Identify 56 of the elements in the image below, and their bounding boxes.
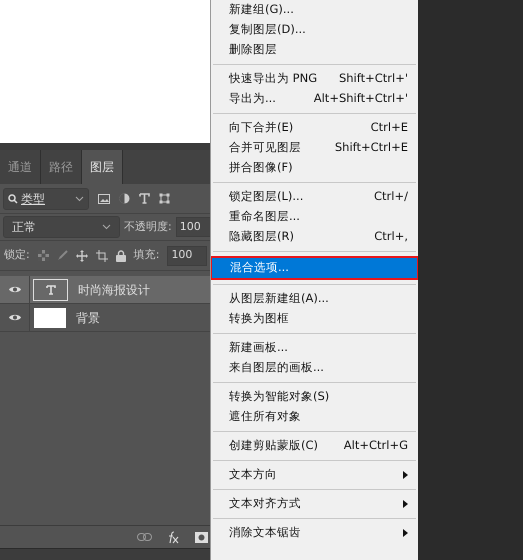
move-icon[interactable] bbox=[76, 250, 88, 262]
menu-item[interactable]: 合并可见图层 Shift+Ctrl+E bbox=[211, 138, 418, 158]
type-icon[interactable] bbox=[139, 193, 150, 204]
menu-item[interactable]: 隐藏图层(R) Ctrl+, bbox=[211, 227, 418, 247]
filter-dropdown[interactable]: 类型 bbox=[3, 188, 89, 210]
layer-row[interactable]: 时尚海报设计 bbox=[0, 276, 210, 304]
chevron-icon bbox=[75, 196, 84, 202]
layer-name: 时尚海报设计 bbox=[78, 282, 150, 298]
menu-item[interactable]: 新建画板... bbox=[211, 338, 418, 358]
filter-value: 类型 bbox=[21, 190, 46, 208]
chevron-icon bbox=[102, 224, 111, 230]
lock-label: 锁定: bbox=[4, 247, 30, 264]
menu-item[interactable]: 来自图层的画板... bbox=[211, 358, 418, 378]
menu-item[interactable]: 复制图层(D)... bbox=[211, 20, 418, 40]
menu-item[interactable]: 从图层新建组(A)... bbox=[211, 289, 418, 309]
menu-item[interactable]: 文本对齐方式 bbox=[211, 494, 418, 514]
menu-item[interactable]: 拼合图像(F) bbox=[211, 158, 418, 178]
opacity-field[interactable]: 100 bbox=[176, 217, 210, 237]
layer-thumbnail bbox=[34, 308, 66, 328]
menu-item[interactable]: 导出为... Alt+Shift+Ctrl+' bbox=[211, 89, 418, 109]
menu-item[interactable]: 混合选项... bbox=[212, 258, 417, 278]
mask-icon[interactable] bbox=[195, 532, 208, 542]
menu-item[interactable]: 新建组(G)... bbox=[211, 0, 418, 20]
crop-icon[interactable] bbox=[96, 250, 108, 262]
blend-mode-dropdown[interactable]: 正常 bbox=[3, 216, 120, 238]
transform-icon[interactable] bbox=[159, 193, 170, 204]
link-icon[interactable] bbox=[137, 533, 152, 541]
menu-item[interactable]: 删除图层 bbox=[211, 40, 418, 60]
type-icon bbox=[46, 284, 56, 294]
menu-item[interactable]: 遮住所有对象 bbox=[211, 407, 418, 427]
menu-item[interactable]: 向下合并(E) Ctrl+E bbox=[211, 118, 418, 138]
fx-icon[interactable] bbox=[167, 530, 180, 544]
menu-item[interactable]: 文本方向 bbox=[211, 465, 418, 485]
submenu-arrow-icon bbox=[403, 529, 408, 537]
eye-icon[interactable] bbox=[8, 285, 22, 294]
menu-item[interactable]: 消除文本锯齿 bbox=[211, 523, 418, 543]
submenu-arrow-icon bbox=[403, 471, 408, 479]
panel-tab[interactable]: 图层 bbox=[82, 150, 123, 184]
image-icon[interactable] bbox=[98, 194, 110, 204]
submenu-arrow-icon bbox=[403, 500, 408, 508]
layer-row[interactable]: 背景 bbox=[0, 304, 210, 332]
lock-icon[interactable] bbox=[116, 250, 126, 262]
scroll-bar[interactable] bbox=[0, 548, 210, 560]
menu-item[interactable]: 锁定图层(L)... Ctrl+/ bbox=[211, 187, 418, 207]
menu-item[interactable]: 重命名图层... bbox=[211, 207, 418, 227]
menu-item[interactable]: 转换为智能对象(S) bbox=[211, 387, 418, 407]
opacity-label: 不透明度: bbox=[124, 218, 172, 235]
layer-name: 背景 bbox=[76, 310, 100, 326]
menu-item[interactable]: 快速导出为 PNG Shift+Ctrl+' bbox=[211, 69, 418, 89]
fill-label: 填充: bbox=[134, 247, 160, 264]
search-icon bbox=[8, 194, 18, 204]
fill-field[interactable]: 100 bbox=[167, 246, 208, 266]
contrast-icon[interactable] bbox=[119, 193, 130, 204]
menu-item[interactable]: 转换为图框 bbox=[211, 309, 418, 329]
eye-icon[interactable] bbox=[8, 313, 22, 322]
menu-item[interactable]: 创建剪贴蒙版(C) Alt+Ctrl+G bbox=[211, 436, 418, 456]
